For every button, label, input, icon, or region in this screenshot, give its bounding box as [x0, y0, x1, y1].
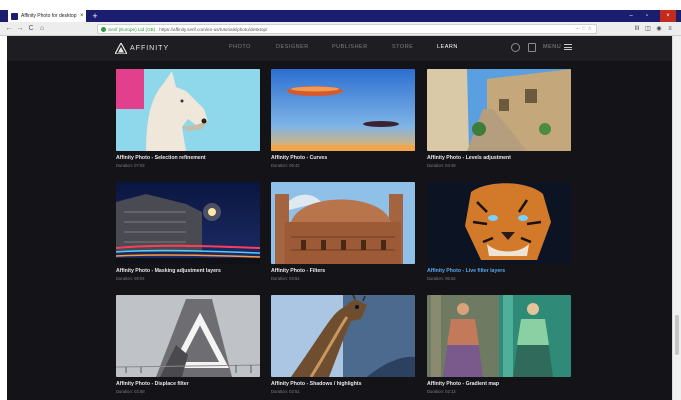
affinity-logo-icon: [115, 43, 127, 54]
hamburger-icon[interactable]: [564, 44, 572, 50]
site-identity: Serif (Europe) Ltd (GB): [108, 26, 156, 32]
browser-toolbar: ← → C ⌂ Serif (Europe) Ltd (GB) https://…: [0, 22, 681, 36]
close-window-icon[interactable]: ×: [660, 10, 676, 22]
home-icon[interactable]: ⌂: [37, 23, 47, 35]
browser-tab-bar: Affinity Photo for desktop tuto × + – ▫ …: [0, 10, 681, 22]
tutorial-duration: Duration: 02:58: [116, 389, 145, 394]
tutorial-title[interactable]: Affinity Photo - Shadows / highlights: [271, 381, 415, 387]
tutorial-duration: Duration: 07:03: [116, 163, 145, 168]
maximize-icon[interactable]: ▫: [640, 10, 654, 22]
address-bar[interactable]: Serif (Europe) Ltd (GB) https://affinity…: [97, 24, 597, 34]
tutorial-title[interactable]: Affinity Photo - Curves: [271, 155, 415, 161]
tutorial-title[interactable]: Affinity Photo - Masking adjustment laye…: [116, 268, 260, 274]
tutorial-title[interactable]: Affinity Photo - Filters: [271, 268, 415, 274]
tutorial-card[interactable]: Affinity Photo - Live filter layers Dura…: [427, 182, 571, 281]
affinity-favicon-icon: [11, 12, 18, 20]
nav-learn[interactable]: LEARN: [437, 44, 458, 50]
tutorial-title[interactable]: Affinity Photo - Selection refinement: [116, 155, 260, 161]
tutorial-title[interactable]: Affinity Photo - Gradient map: [427, 381, 571, 387]
tutorial-thumbnail[interactable]: [271, 182, 415, 264]
scrollbar-thumb[interactable]: [675, 315, 679, 355]
tutorial-thumbnail[interactable]: [427, 295, 571, 377]
tutorial-duration: Duration: 06:42: [271, 163, 300, 168]
library-icon[interactable]: III: [632, 23, 642, 35]
page-actions[interactable]: ··· ♡ ☆: [575, 26, 592, 32]
browser-tab[interactable]: Affinity Photo for desktop tuto ×: [8, 10, 86, 22]
tutorial-card[interactable]: Affinity Photo - Selection refinement Du…: [116, 69, 260, 168]
back-icon[interactable]: ←: [4, 23, 14, 35]
tutorial-duration: Duration: 06:52: [427, 276, 456, 281]
logo-text: AFFINITY: [130, 45, 170, 52]
tutorial-duration: Duration: 03:54: [271, 276, 300, 281]
tutorial-duration: Duration: 04:49: [427, 163, 456, 168]
tutorial-title[interactable]: Affinity Photo - Levels adjustment: [427, 155, 571, 161]
tutorial-thumbnail[interactable]: [271, 69, 415, 151]
nav-photo[interactable]: PHOTO: [229, 44, 251, 50]
affinity-logo[interactable]: AFFINITY: [115, 43, 169, 54]
tutorial-thumbnail[interactable]: [116, 69, 260, 151]
user-icon[interactable]: [511, 43, 520, 52]
tutorial-card[interactable]: Affinity Photo - Filters Duration: 03:54: [271, 182, 415, 281]
tab-title: Affinity Photo for desktop tuto: [21, 13, 77, 19]
tutorial-thumbnail[interactable]: [116, 295, 260, 377]
tutorial-card[interactable]: Affinity Photo - Curves Duration: 06:42: [271, 69, 415, 168]
tutorial-card[interactable]: Affinity Photo - Shadows / highlights Du…: [271, 295, 415, 394]
extension-icon[interactable]: ◉: [654, 23, 664, 35]
tutorial-card[interactable]: Affinity Photo - Levels adjustment Durat…: [427, 69, 571, 168]
nav-publisher[interactable]: PUBLISHER: [332, 44, 368, 50]
tutorial-thumbnail[interactable]: [427, 69, 571, 151]
nav-designer[interactable]: DESIGNER: [276, 44, 309, 50]
tutorial-title[interactable]: Affinity Photo - Displace filter: [116, 381, 260, 387]
url-text: https://affinity.serif.com/en-us/tutoria…: [159, 26, 268, 32]
cart-icon[interactable]: [528, 43, 536, 52]
tutorial-title[interactable]: Affinity Photo - Live filter layers: [427, 268, 571, 274]
site-header: AFFINITY PHOTO DESIGNER PUBLISHER STORE …: [7, 36, 673, 61]
tutorial-card[interactable]: Affinity Photo - Displace filter Duratio…: [116, 295, 260, 394]
tutorial-thumbnail[interactable]: [116, 182, 260, 264]
menu-label[interactable]: MENU: [543, 44, 561, 50]
minimize-icon[interactable]: –: [624, 10, 638, 22]
reload-icon[interactable]: C: [26, 23, 36, 35]
nav-store[interactable]: STORE: [392, 44, 413, 50]
lock-icon: [101, 26, 106, 32]
tutorial-duration: Duration: 02:51: [271, 389, 300, 394]
tutorial-card[interactable]: Affinity Photo - Gradient map Duration: …: [427, 295, 571, 394]
tutorial-duration: Duration: 02:13: [427, 389, 456, 394]
tab-close-icon[interactable]: ×: [80, 13, 84, 19]
tutorial-thumbnail[interactable]: [427, 182, 571, 264]
affinity-website: AFFINITY PHOTO DESIGNER PUBLISHER STORE …: [7, 36, 673, 400]
page-scrollbar[interactable]: [672, 36, 681, 400]
tutorial-thumbnail[interactable]: [271, 295, 415, 377]
browser-menu-icon[interactable]: ≡: [665, 23, 675, 35]
new-tab-button[interactable]: +: [90, 10, 100, 22]
forward-icon[interactable]: →: [15, 23, 25, 35]
tutorial-duration: Duration: 09:04: [116, 276, 145, 281]
sidebar-icon[interactable]: ◫: [643, 23, 653, 35]
tutorial-card[interactable]: Affinity Photo - Masking adjustment laye…: [116, 182, 260, 281]
